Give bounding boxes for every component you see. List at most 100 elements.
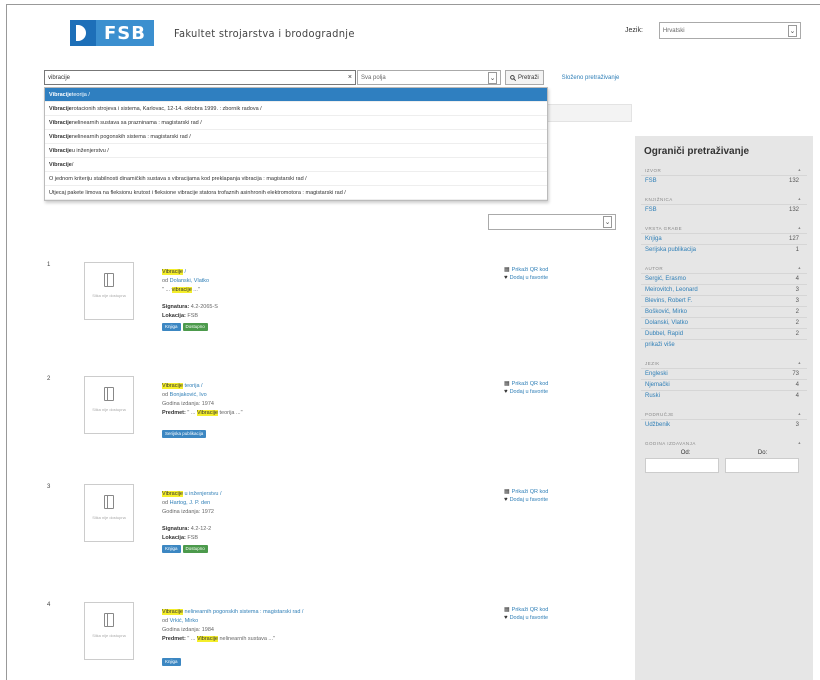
result-title[interactable]: Vibracije /: [162, 268, 492, 277]
result-subject: Predmet: " ... Vibracije teorija ...": [162, 410, 243, 416]
qr-icon: ▦: [504, 381, 510, 387]
collapse-icon: ▴: [798, 225, 801, 230]
sort-select[interactable]: ⌄: [488, 214, 616, 230]
result-thumbnail[interactable]: Slika nije dostupna: [84, 602, 134, 660]
result-signature: Signatura: 4.2-2065-S: [162, 304, 218, 310]
qr-icon: ▦: [504, 267, 510, 273]
book-icon: [104, 273, 114, 287]
result-signature: Signatura: 4.2-12-2: [162, 526, 212, 532]
language-select[interactable]: Hrvatski ⌄: [658, 22, 801, 39]
qr-code-link[interactable]: ▦ Prikaži QR kod: [504, 606, 548, 614]
suggestion-item[interactable]: O jednom kriteriju stabilnosti dinamički…: [45, 172, 547, 186]
facet-header[interactable]: VRSTA GRAĐE ▴: [641, 223, 807, 233]
facet-header[interactable]: IZVOR ▴: [641, 165, 807, 175]
author-link[interactable]: Dolanski, Vlatko: [170, 278, 209, 284]
autocomplete-dropdown: Vibracije teorija / Vibracije rotacionih…: [44, 87, 548, 201]
fsb-logo[interactable]: FSB: [70, 20, 154, 46]
facet-item[interactable]: Knjiga 127: [641, 233, 807, 244]
facet-item[interactable]: Ruski 4: [641, 390, 807, 401]
result-tags: Knjiga Dostupno: [162, 323, 492, 331]
facet-item[interactable]: Njemački 4: [641, 379, 807, 390]
facet-item[interactable]: Serijska publikacija 1: [641, 244, 807, 255]
add-favorite-link[interactable]: ♥ Dodaj u favorite: [504, 496, 548, 504]
facet-header[interactable]: AUTOR ▴: [641, 263, 807, 273]
add-favorite-link[interactable]: ♥ Dodaj u favorite: [504, 274, 548, 282]
result-body: Vibracije / od Dolanski, Vlatko " ... vi…: [162, 268, 492, 331]
date-to-label: Do:: [757, 450, 768, 456]
result-title[interactable]: Vibracije nelinearnih pogonskih sistema …: [162, 608, 492, 617]
facet-publication-year: GODINA IZDAVANJA ▴ Od: Do:: [641, 438, 807, 473]
facet-item[interactable]: Sergić, Erasmo 4: [641, 273, 807, 284]
result-body: Vibracije u inženjerstvu / od Hartog, J.…: [162, 490, 492, 553]
search-button[interactable]: Pretraži: [505, 70, 544, 85]
result-title[interactable]: Vibracije u inženjerstvu /: [162, 490, 492, 499]
format-badge: Knjiga: [162, 658, 181, 666]
result-thumbnail[interactable]: Slika nije dostupna: [84, 262, 134, 320]
facet-header[interactable]: KNJIŽNICA ▴: [641, 194, 807, 204]
availability-badge: Dostupno: [182, 323, 208, 331]
facet-item[interactable]: Engleski 73: [641, 368, 807, 379]
qr-icon: ▦: [504, 607, 510, 613]
result-thumbnail[interactable]: Slika nije dostupna: [84, 376, 134, 434]
add-favorite-link[interactable]: ♥ Dodaj u favorite: [504, 388, 548, 396]
result-title[interactable]: Vibracije teorija /: [162, 382, 492, 391]
clear-icon[interactable]: ×: [348, 74, 352, 81]
qr-icon: ▦: [504, 489, 510, 495]
author-link[interactable]: Hartog, J. P. den: [170, 500, 211, 506]
facet-item[interactable]: Blevins, Robert F. 3: [641, 295, 807, 306]
suggestion-item[interactable]: Vibracije teorija /: [45, 88, 547, 102]
result-number: 2: [47, 376, 51, 382]
author-link[interactable]: Vrkić, Mirko: [170, 618, 199, 624]
facet-header[interactable]: GODINA IZDAVANJA ▴: [641, 438, 807, 448]
search-input[interactable]: vibracije ×: [44, 70, 356, 85]
date-from-input[interactable]: [645, 458, 719, 473]
qr-code-link[interactable]: ▦ Prikaži QR kod: [504, 380, 548, 388]
thumbnail-caption: Slika nije dostupna: [92, 293, 126, 298]
result-author: od Vrkić, Mirko: [162, 618, 199, 624]
result-body: Vibracije teorija / od Bonjaković, Ivo G…: [162, 382, 492, 438]
qr-code-link[interactable]: ▦ Prikaži QR kod: [504, 488, 548, 496]
facets-sidebar: Ograniči pretraživanje IZVOR ▴ FSB 132 KNJ…: [635, 136, 813, 680]
facet-item[interactable]: Udžbenik 3: [641, 419, 807, 430]
collapse-icon: ▴: [798, 265, 801, 270]
result-actions: ▦ Prikaži QR kod ♥ Dodaj u favorite: [504, 266, 548, 282]
collapse-icon: ▴: [798, 411, 801, 416]
show-more-link[interactable]: prikaži više: [641, 339, 807, 350]
search-scope-select[interactable]: Sva polja ⌄: [357, 70, 501, 85]
result-tags: Knjiga: [162, 658, 492, 666]
qr-code-link[interactable]: ▦ Prikaži QR kod: [504, 266, 548, 274]
author-link[interactable]: Bonjaković, Ivo: [170, 392, 207, 398]
search-button-label: Pretraži: [518, 74, 539, 81]
heart-icon: ♥: [504, 389, 508, 395]
result-author: od Bonjaković, Ivo: [162, 392, 207, 398]
result-author: od Hartog, J. P. den: [162, 500, 211, 506]
facet-header[interactable]: JEZIK ▴: [641, 358, 807, 368]
suggestion-item[interactable]: Vibracije /: [45, 158, 547, 172]
facet-item[interactable]: FSB 132: [641, 204, 807, 215]
collapse-icon: ▴: [798, 360, 801, 365]
advanced-search-link[interactable]: Složeno pretraživanje: [562, 75, 620, 81]
facet-author: AUTOR ▴ Sergić, Erasmo 4 Meirovitch, Leona…: [641, 263, 807, 350]
format-badge: Knjiga: [162, 545, 181, 553]
facet-item[interactable]: Bošković, Mirko 2: [641, 306, 807, 317]
logo-text: FSB: [104, 22, 146, 44]
suggestion-item[interactable]: Utjecaj pakete limova na fleksionu kruto…: [45, 186, 547, 200]
suggestion-item[interactable]: Vibracije rotacionih strojeva i sistema,…: [45, 102, 547, 116]
facet-item[interactable]: Meirovitch, Leonard 3: [641, 284, 807, 295]
facet-item[interactable]: Dubbel, Rapid 2: [641, 328, 807, 339]
result-year: Godina izdanja: 1984: [162, 627, 214, 633]
facet-item[interactable]: FSB 132: [641, 175, 807, 186]
date-to-input[interactable]: [725, 458, 799, 473]
result-actions: ▦ Prikaži QR kod ♥ Dodaj u favorite: [504, 380, 548, 396]
result-thumbnail[interactable]: Slika nije dostupna: [84, 484, 134, 542]
chevron-down-icon: ⌄: [488, 71, 497, 84]
facet-item[interactable]: Dolanski, Vlatko 2: [641, 317, 807, 328]
heart-icon: ♥: [504, 497, 508, 503]
result-number: 3: [47, 484, 51, 490]
suggestion-item[interactable]: Vibracije nelinearnih pogonskih sistema …: [45, 130, 547, 144]
facet-subject: PODRUČJE ▴ Udžbenik 3: [641, 409, 807, 430]
suggestion-item[interactable]: Vibracije nelinearnih sustava sa praznin…: [45, 116, 547, 130]
facet-header[interactable]: PODRUČJE ▴: [641, 409, 807, 419]
suggestion-item[interactable]: Vibracije u inženjerstvu /: [45, 144, 547, 158]
add-favorite-link[interactable]: ♥ Dodaj u favorite: [504, 614, 548, 622]
